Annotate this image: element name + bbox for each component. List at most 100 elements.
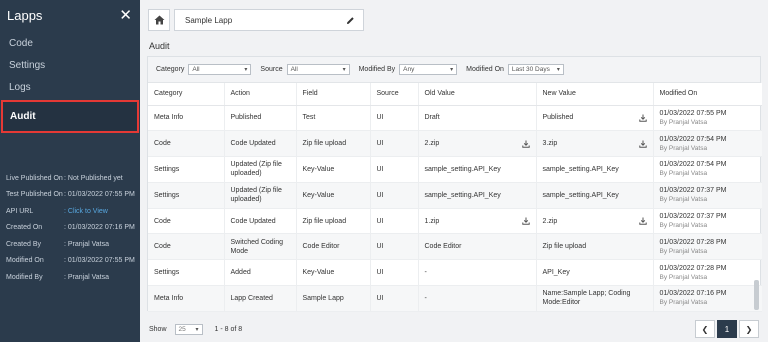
info-row: Created By: Pranjal Vatsa — [6, 236, 138, 253]
download-icon[interactable] — [521, 217, 530, 225]
cell-category: Code — [148, 208, 225, 235]
chevron-down-icon: ▾ — [556, 67, 560, 73]
table-body: Meta Info Published Test UI Draft Published 01… — [148, 105, 762, 312]
cell-category: Code — [148, 233, 225, 261]
download-icon[interactable] — [638, 114, 647, 122]
lapp-name: Sample Lapp — [185, 15, 233, 25]
modified-by: By Pranjal Vatsa — [659, 196, 708, 204]
show-label: Show — [149, 325, 167, 333]
modified-date: 01/03/2022 07:37 PM — [659, 213, 727, 221]
filter-category-value: All — [192, 66, 200, 73]
cell-new-value-text: sample_setting.API_Key — [542, 191, 619, 199]
page-size-value: 25 — [178, 325, 186, 333]
cell-source: UI — [370, 182, 419, 209]
cell-field: Key-Value — [296, 259, 371, 287]
api-url-link[interactable]: : Click to View — [64, 208, 108, 215]
cell-old-value: - — [418, 285, 537, 312]
sidebar-item-logs[interactable]: Logs — [0, 76, 140, 98]
column-header-action[interactable]: Action — [224, 83, 297, 106]
info-key: Modified On — [6, 257, 44, 265]
cell-old-value-text: Draft — [424, 114, 440, 122]
cell-new-value-text: sample_setting.API_Key — [542, 165, 619, 173]
cell-category: Code — [148, 130, 225, 158]
column-header-old-value[interactable]: Old Value — [418, 83, 537, 106]
page-title: Audit — [149, 41, 170, 51]
sidebar-header: Lapps ✕ — [0, 0, 140, 30]
prev-page-button[interactable]: ❮ — [695, 320, 715, 338]
info-row: Test Published On: 01/03/2022 07:55 PM — [6, 187, 138, 204]
modified-by: By Pranjal Vatsa — [659, 144, 708, 152]
cell-new-value: sample_setting.API_Key — [536, 182, 654, 209]
cell-old-value-text: 1.zip — [424, 217, 440, 225]
cell-new-value: Zip file upload — [536, 233, 654, 261]
cell-old-value: Code Editor — [418, 233, 537, 261]
info-value: : 01/03/2022 07:16 PM — [64, 224, 135, 232]
audit-panel: Category All ▾ Source All ▾ Modified By An… — [147, 56, 762, 312]
cell-new-value: Published — [536, 105, 654, 132]
sidebar-item-code[interactable]: Code — [0, 32, 140, 54]
table-row: Settings Updated (Zip file uploaded) Key-V… — [148, 156, 762, 183]
cell-action: Code Updated — [224, 208, 297, 235]
column-header-modified-on[interactable]: Modified On — [653, 83, 762, 106]
modified-date: 01/03/2022 07:16 PM — [659, 290, 727, 298]
cell-new-value: Name:Sample Lapp; Coding Mode:Editor — [536, 285, 654, 312]
column-header-source[interactable]: Source — [370, 83, 419, 106]
download-icon[interactable] — [521, 140, 530, 148]
cell-source: UI — [370, 105, 419, 132]
cell-new-value: 3.zip — [536, 130, 654, 158]
page-size-select[interactable]: 25 ▾ — [174, 323, 203, 335]
cell-source: UI — [370, 130, 419, 158]
sidebar-title: Lapps — [7, 7, 43, 23]
cell-field: Key-Value — [296, 182, 371, 209]
table-row: Code Switched Coding Mode Code Editor UI Cod… — [148, 233, 762, 261]
info-row: Modified On: 01/03/2022 07:55 PM — [6, 253, 138, 270]
filter-modified-on-value: Last 30 Days — [511, 66, 550, 73]
filter-category-select[interactable]: All ▾ — [188, 64, 252, 75]
column-header-field[interactable]: Field — [296, 83, 371, 106]
info-value: : 01/03/2022 07:55 PM — [64, 191, 135, 199]
column-header-new-value[interactable]: New Value — [536, 83, 654, 106]
filter-source-value: All — [290, 66, 298, 73]
record-count: 1 - 8 of 8 — [214, 325, 243, 333]
download-icon[interactable] — [638, 140, 647, 148]
filter-category-label: Category — [156, 66, 185, 73]
sidebar-nav: Code Settings Logs Audit — [0, 32, 140, 133]
table-row: Meta Info Published Test UI Draft Published 01… — [148, 105, 762, 132]
modified-by: By Pranjal Vatsa — [659, 170, 708, 178]
lapp-name-field: Sample Lapp — [174, 9, 364, 31]
cell-field: Sample Lapp — [296, 285, 371, 312]
close-icon[interactable]: ✕ — [119, 6, 132, 24]
cell-source: UI — [370, 285, 419, 312]
column-header-category[interactable]: Category — [148, 83, 225, 106]
modified-date: 01/03/2022 07:28 PM — [659, 238, 727, 246]
cell-action: Added — [224, 259, 297, 287]
chevron-down-icon: ▾ — [244, 67, 248, 73]
cell-category: Meta Info — [148, 105, 225, 132]
table-row: Settings Added Key-Value UI - API_Key 01/03/20… — [148, 259, 762, 287]
next-page-button[interactable]: ❯ — [739, 320, 759, 338]
cell-modified-on: 01/03/2022 07:37 PM By Pranjal Vatsa — [653, 208, 762, 235]
edit-icon[interactable] — [346, 16, 355, 25]
cell-category: Meta Info — [148, 285, 225, 312]
info-row: API URL: Click to View — [6, 203, 138, 220]
sidebar-item-settings[interactable]: Settings — [0, 54, 140, 76]
home-button[interactable] — [148, 9, 170, 31]
filter-modified-by-select[interactable]: Any ▾ — [399, 64, 458, 75]
cell-modified-on: 01/03/2022 07:54 PM By Pranjal Vatsa — [653, 130, 762, 158]
info-row: Created On: 01/03/2022 07:16 PM — [6, 220, 138, 237]
sidebar-item-audit[interactable]: Audit — [1, 100, 139, 133]
table-footer: Show 25 ▾ 1 - 8 of 8 ❮ 1 ❯ — [149, 320, 761, 338]
cell-action: Code Updated — [224, 130, 297, 158]
top-bar: Sample Lapp — [148, 9, 364, 33]
cell-old-value: Draft — [418, 105, 537, 132]
chevron-down-icon: ▾ — [342, 67, 346, 73]
filter-bar: Category All ▾ Source All ▾ Modified By An… — [148, 57, 760, 83]
scrollbar[interactable] — [754, 280, 759, 310]
filter-modified-on-select[interactable]: Last 30 Days ▾ — [507, 64, 564, 75]
modified-by: By Pranjal Vatsa — [659, 118, 708, 126]
modified-date: 01/03/2022 07:55 PM — [659, 109, 727, 117]
filter-source-select[interactable]: All ▾ — [286, 64, 350, 75]
page-button-current[interactable]: 1 — [717, 320, 737, 338]
cell-field: Zip file upload — [296, 130, 371, 158]
download-icon[interactable] — [638, 217, 647, 225]
